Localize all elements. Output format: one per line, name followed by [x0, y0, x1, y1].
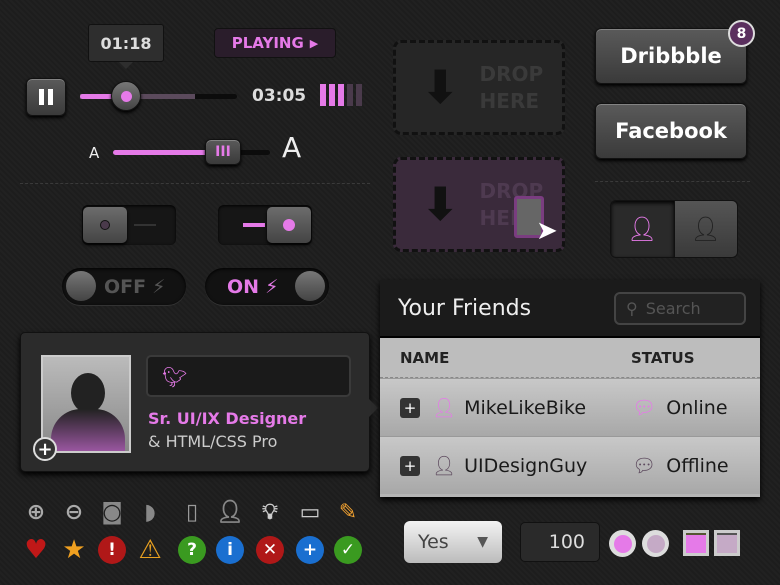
pencil-icon[interactable]: ✎: [334, 498, 362, 526]
yes-select[interactable]: Yes ▼: [404, 521, 502, 563]
lightbulb-icon[interactable]: 💡︎: [256, 498, 284, 526]
switch-on[interactable]: ON ⚡: [205, 268, 329, 305]
bucket-tilted-icon[interactable]: ◗: [136, 498, 164, 526]
time-tooltip: 01:18: [88, 24, 164, 69]
font-size-fill: [113, 150, 208, 155]
checkbox-checked[interactable]: [683, 530, 709, 556]
arrow-down-icon: ⬇: [421, 177, 460, 231]
search-icon: ⚲: [626, 298, 638, 318]
switch-off[interactable]: OFF ⚡: [62, 268, 186, 305]
radio-checked[interactable]: [609, 530, 636, 557]
warning-icon[interactable]: ⚠: [136, 535, 164, 565]
checkbox-unchecked[interactable]: [714, 530, 740, 556]
pause-icon: [39, 89, 44, 105]
radio-unchecked[interactable]: [642, 530, 669, 557]
profile-card: + 🐦︎ Sr. UI/IX Designer & HTML/CSS Pro: [20, 332, 378, 472]
column-header-status[interactable]: STATUS: [631, 349, 695, 367]
add-friend-button[interactable]: +: [400, 455, 420, 476]
column-header-name[interactable]: NAME: [400, 349, 631, 367]
user-icon: 👤︎: [690, 215, 721, 243]
drop-zone[interactable]: ⬇ DROP HERE: [393, 40, 565, 135]
total-time: 03:05: [252, 86, 307, 106]
error-icon[interactable]: !: [98, 536, 126, 564]
number-input[interactable]: 100: [520, 522, 600, 562]
friend-status: Online: [666, 396, 728, 419]
volume-meter[interactable]: [320, 84, 362, 106]
notification-badge: 8: [728, 20, 755, 47]
star-icon[interactable]: ★: [60, 535, 88, 565]
font-size-knob[interactable]: III: [205, 139, 241, 165]
status-label: PLAYING: [231, 34, 304, 52]
cursor-icon: ➤: [536, 216, 558, 246]
divider: [20, 183, 370, 184]
twitter-icon: 🐦︎: [162, 365, 188, 389]
table-row[interactable]: + 👤︎ UIDesignGuy 💬︎ Offline: [380, 436, 760, 494]
toggle-off[interactable]: [82, 205, 176, 245]
switch-off-label: OFF: [104, 275, 147, 298]
friend-name: MikeLikeBike: [464, 396, 587, 419]
help-icon[interactable]: ?: [178, 536, 206, 564]
arrow-down-icon: ⬇: [421, 60, 460, 114]
zoom-out-icon[interactable]: ⊖: [60, 498, 88, 526]
bolt-icon: ⚡: [152, 275, 166, 298]
info-icon[interactable]: i: [216, 536, 244, 564]
add-user-icon[interactable]: 👤︎: [216, 498, 244, 526]
twitter-field[interactable]: 🐦︎: [146, 355, 351, 397]
friends-panel: Your Friends ⚲ Search NAME STATUS + 👤︎ Mike…: [380, 280, 760, 497]
close-icon[interactable]: ✕: [256, 536, 284, 564]
toggle-on[interactable]: [218, 205, 312, 245]
drop-zone-active[interactable]: ⬇ DROP HERE ➤: [393, 157, 565, 252]
progress-knob[interactable]: [111, 81, 141, 111]
playing-badge: PLAYING ▶: [214, 28, 336, 58]
facebook-button[interactable]: Facebook: [595, 103, 747, 159]
bucket-icon[interactable]: ◙: [98, 498, 126, 526]
user-icon: 👤︎: [627, 215, 658, 243]
user-icon: 👤︎: [432, 455, 457, 477]
friend-name: UIDesignGuy: [464, 454, 588, 477]
profile-subtitle: & HTML/CSS Pro: [148, 432, 278, 451]
user-segmented-control: 👤︎ 👤︎: [610, 200, 738, 258]
add-photo-icon[interactable]: +: [33, 437, 57, 461]
add-friend-button[interactable]: +: [400, 397, 420, 418]
user-icon: 👤︎: [432, 397, 457, 419]
segment-user-inactive[interactable]: 👤︎: [673, 201, 737, 257]
friend-status: Offline: [666, 454, 729, 477]
phone-import-icon[interactable]: ▯: [178, 498, 206, 526]
divider: [595, 181, 750, 182]
chevron-down-icon: ▼: [477, 534, 488, 550]
chat-online-icon: 💬︎: [632, 397, 657, 419]
panel-title: Your Friends: [398, 295, 532, 321]
font-size-large-label: A: [282, 131, 302, 164]
zoom-in-icon[interactable]: ⊕: [22, 498, 50, 526]
add-icon[interactable]: +: [296, 536, 324, 564]
volume-bar[interactable]: [347, 84, 353, 106]
volume-bar[interactable]: [356, 84, 362, 106]
dribbble-button[interactable]: Dribbble: [595, 28, 747, 84]
font-size-small-label: A: [89, 144, 100, 162]
profile-title: Sr. UI/IX Designer: [148, 409, 307, 428]
switch-on-label: ON: [227, 275, 260, 298]
heart-icon[interactable]: ♥: [22, 535, 50, 565]
search-input[interactable]: ⚲ Search: [614, 291, 746, 325]
speech-bubble-icon[interactable]: ▭: [296, 498, 324, 526]
bolt-icon: ⚡: [265, 275, 279, 298]
check-icon[interactable]: ✓: [334, 536, 362, 564]
pause-button[interactable]: [26, 78, 66, 116]
segment-user-active[interactable]: 👤︎: [611, 201, 674, 257]
table-row[interactable]: + 👤︎ MikeLikeBike 💬︎ Online: [380, 378, 760, 436]
volume-bar[interactable]: [338, 84, 344, 106]
volume-bar[interactable]: [320, 84, 326, 106]
play-icon: ▶: [309, 36, 319, 50]
avatar[interactable]: [41, 355, 131, 453]
volume-bar[interactable]: [329, 84, 335, 106]
chat-offline-icon: 💬︎: [632, 455, 657, 477]
